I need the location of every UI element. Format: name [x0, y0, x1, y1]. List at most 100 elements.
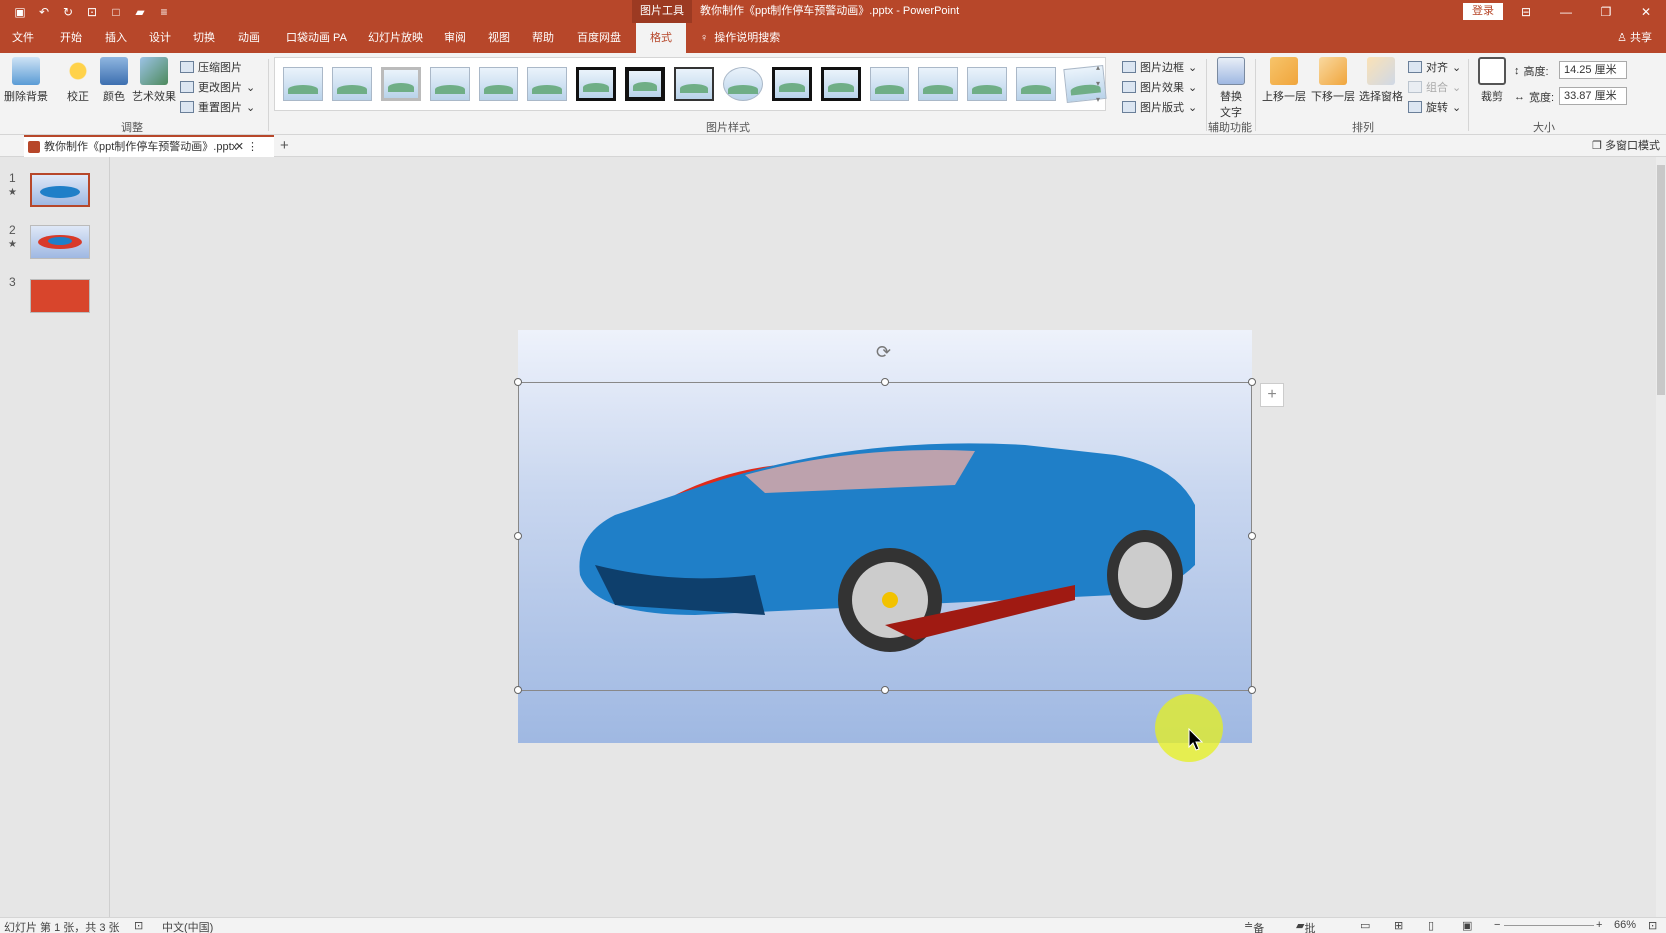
document-tab[interactable]: 教你制作《ppt制作停车预警动画》.pptx ✕ ⋮: [24, 135, 274, 157]
fit-slide-icon[interactable]: ⊡: [1648, 919, 1657, 932]
tab-slideshow[interactable]: 幻灯片放映: [368, 23, 423, 53]
artistic-effects-button[interactable]: 艺术效果: [132, 57, 176, 104]
zoom-slider[interactable]: [1504, 925, 1594, 926]
resize-handle[interactable]: [514, 532, 522, 540]
crop-button[interactable]: 裁剪: [1478, 57, 1506, 104]
picture-layout-button[interactable]: 图片版式 ⌄: [1122, 99, 1197, 115]
language-indicator[interactable]: 中文(中国): [162, 919, 213, 933]
notes-button[interactable]: ≐ 备注: [1244, 919, 1264, 933]
normal-view-icon[interactable]: ▭: [1360, 919, 1370, 932]
close-icon[interactable]: ✕: [1626, 0, 1666, 23]
picture-style-option[interactable]: [380, 67, 421, 101]
close-tab-icon[interactable]: ✕ ⋮: [235, 137, 258, 157]
picture-style-option[interactable]: [429, 67, 470, 101]
spellcheck-icon[interactable]: ⊡: [134, 919, 143, 932]
picture-style-option[interactable]: [674, 67, 714, 101]
slide-thumbnail-2[interactable]: [30, 225, 90, 259]
tab-review[interactable]: 审阅: [444, 23, 466, 53]
tab-home[interactable]: 开始: [60, 23, 82, 53]
minimize-icon[interactable]: —: [1546, 0, 1586, 23]
picture-style-option[interactable]: [527, 67, 568, 101]
tell-me-search[interactable]: ♀ 操作说明搜索: [700, 23, 780, 53]
corrections-button[interactable]: 校正: [64, 57, 92, 104]
comments-button[interactable]: ▰ 批注: [1296, 919, 1315, 933]
picture-style-option[interactable]: [331, 67, 372, 101]
width-input[interactable]: 33.87 厘米: [1559, 87, 1627, 105]
slideshow-view-icon[interactable]: ▣: [1462, 919, 1472, 932]
resize-handle[interactable]: [514, 686, 522, 694]
resize-handle[interactable]: [881, 686, 889, 694]
tab-file[interactable]: 文件: [12, 23, 34, 53]
tab-insert[interactable]: 插入: [105, 23, 127, 53]
change-picture-button[interactable]: 更改图片 ⌄: [180, 79, 255, 95]
slide-sorter-icon[interactable]: ⊞: [1394, 919, 1403, 932]
customize-qat-icon[interactable]: ≡: [154, 3, 174, 20]
group-button[interactable]: 组合 ⌄: [1408, 79, 1461, 95]
scrollbar-thumb[interactable]: [1657, 165, 1665, 395]
zoom-level[interactable]: 66%: [1614, 919, 1636, 931]
picture-style-option[interactable]: [576, 67, 617, 101]
restore-icon[interactable]: ❐: [1586, 0, 1626, 23]
ribbon-display-icon[interactable]: ⊟: [1506, 0, 1546, 23]
picture-style-option[interactable]: [625, 67, 666, 101]
reading-view-icon[interactable]: ▯: [1428, 919, 1434, 932]
tab-transitions[interactable]: 切换: [193, 23, 215, 53]
resize-handle[interactable]: [1248, 686, 1256, 694]
compress-pictures-button[interactable]: 压缩图片: [180, 59, 242, 75]
selection-pane-button[interactable]: 选择窗格: [1359, 57, 1403, 104]
ribbon-tabs: 文件 开始 插入 设计 切换 动画 口袋动画 PA 幻灯片放映 审阅 视图 帮助…: [0, 23, 1666, 53]
picture-style-option[interactable]: [722, 67, 763, 101]
present-icon[interactable]: ⊡: [82, 3, 102, 20]
login-button[interactable]: 登录: [1463, 3, 1503, 20]
zoom-in-icon[interactable]: +: [1596, 919, 1602, 931]
align-button[interactable]: 对齐 ⌄: [1408, 59, 1461, 75]
reset-picture-button[interactable]: 重置图片 ⌄: [180, 99, 255, 115]
animation-star-icon: ★: [8, 187, 17, 198]
multi-window-button[interactable]: ❐ 多窗口模式: [1592, 135, 1660, 157]
redo-icon[interactable]: ↻: [58, 3, 78, 20]
resize-handle[interactable]: [1248, 378, 1256, 386]
new-file-icon[interactable]: □: [106, 3, 126, 20]
slide-thumbnail-3[interactable]: [30, 279, 90, 313]
remove-background-button[interactable]: 删除背景: [4, 57, 48, 104]
open-folder-icon[interactable]: ▰: [130, 3, 150, 20]
picture-tools-label: 图片工具: [632, 0, 692, 23]
vertical-scrollbar[interactable]: [1656, 157, 1666, 917]
tab-animations[interactable]: 动画: [238, 23, 260, 53]
resize-handle[interactable]: [881, 378, 889, 386]
tab-pocket-animation[interactable]: 口袋动画 PA: [286, 23, 347, 53]
car-thumbnail-icon: [40, 186, 80, 198]
zoom-out-icon[interactable]: −: [1494, 919, 1500, 931]
layout-options-icon[interactable]: +: [1260, 383, 1284, 407]
tab-design[interactable]: 设计: [149, 23, 171, 53]
picture-effects-button[interactable]: 图片效果 ⌄: [1122, 79, 1197, 95]
save-icon[interactable]: ▣: [10, 3, 30, 20]
picture-style-option[interactable]: [967, 67, 1008, 101]
picture-style-option[interactable]: [1016, 67, 1057, 101]
rotate-button[interactable]: 旋转 ⌄: [1408, 99, 1461, 115]
slide-thumbnail-1[interactable]: [30, 173, 90, 207]
rotate-handle-icon[interactable]: ⟳: [876, 342, 891, 363]
resize-handle[interactable]: [514, 378, 522, 386]
picture-style-option[interactable]: [869, 67, 910, 101]
picture-style-option[interactable]: [283, 67, 323, 101]
share-button[interactable]: ♙ 共享: [1617, 23, 1652, 53]
tab-view[interactable]: 视图: [488, 23, 510, 53]
resize-handle[interactable]: [1248, 532, 1256, 540]
tab-help[interactable]: 帮助: [532, 23, 554, 53]
height-input[interactable]: 14.25 厘米: [1559, 61, 1627, 79]
alt-text-button[interactable]: 替换 文字: [1217, 57, 1245, 120]
picture-style-option[interactable]: [820, 67, 861, 101]
picture-style-option[interactable]: [771, 67, 812, 101]
gallery-scroll[interactable]: ▴ ▾ ▾: [1093, 60, 1103, 108]
picture-style-option[interactable]: [478, 67, 519, 101]
color-button[interactable]: 颜色: [100, 57, 128, 104]
undo-icon[interactable]: ↶: [34, 3, 54, 20]
picture-border-button[interactable]: 图片边框 ⌄: [1122, 59, 1197, 75]
tab-format[interactable]: 格式: [636, 23, 686, 53]
tab-baidu-pan[interactable]: 百度网盘: [577, 23, 621, 53]
picture-style-option[interactable]: [918, 67, 959, 101]
add-tab-icon[interactable]: +: [280, 135, 289, 157]
send-backward-button[interactable]: 下移一层: [1311, 57, 1355, 104]
bring-forward-button[interactable]: 上移一层: [1262, 57, 1306, 104]
